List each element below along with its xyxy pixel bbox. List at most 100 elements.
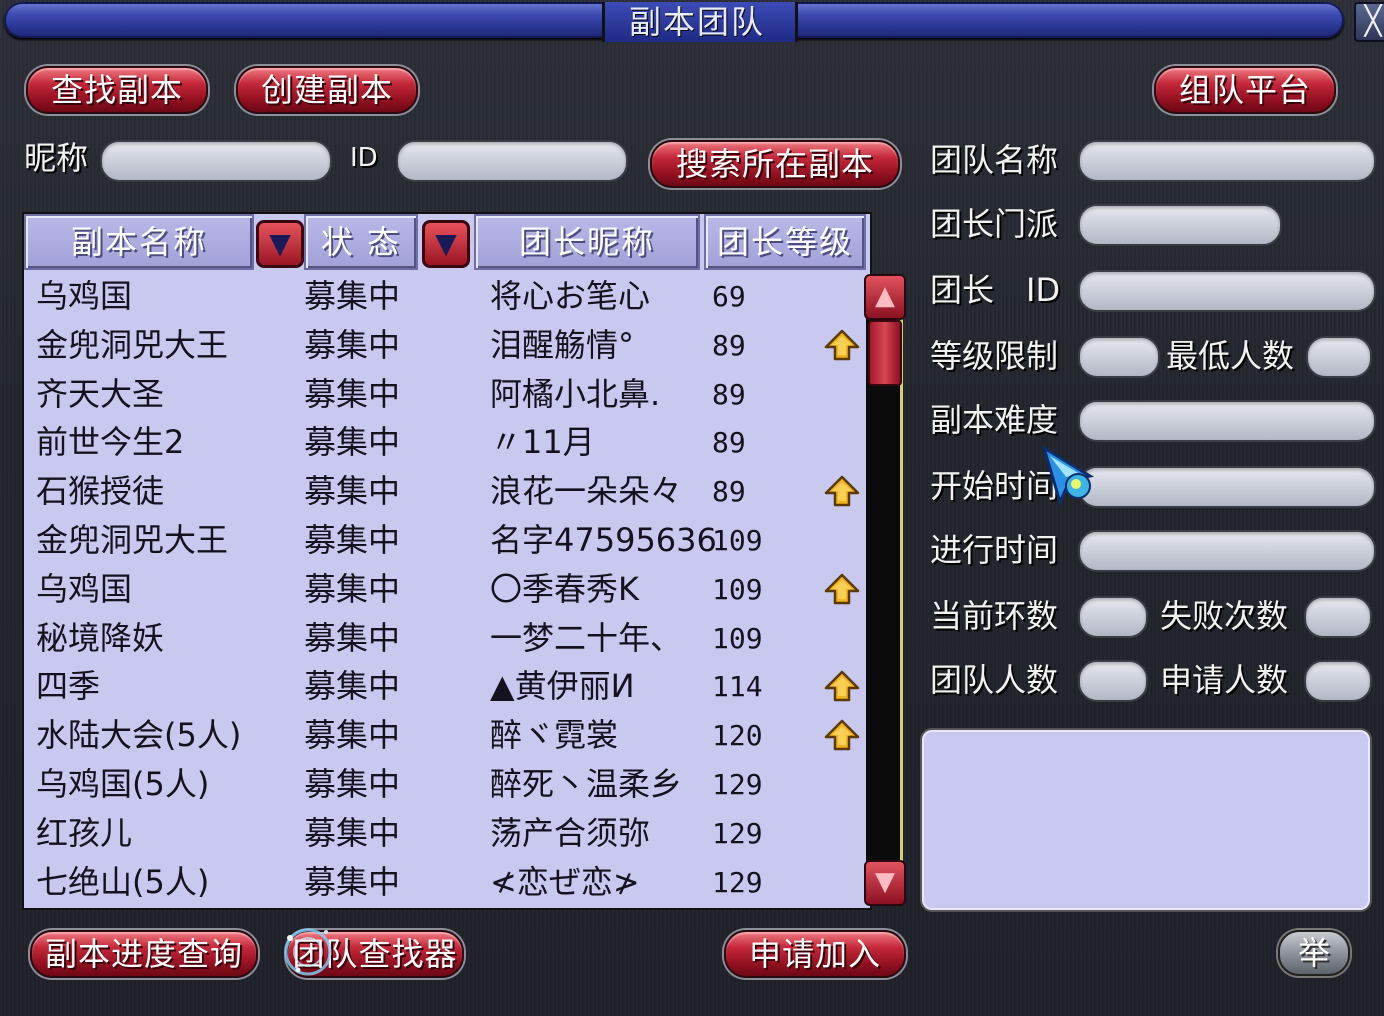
recommend-arrow-icon — [824, 329, 860, 361]
min-members-label: 最低人数 — [1166, 337, 1295, 375]
sort-name-icon[interactable]: ▼ — [256, 220, 304, 268]
header-instance-name[interactable]: 副本名称 — [24, 214, 254, 270]
leader-level-cell: 89 — [712, 328, 746, 362]
scroll-down-icon[interactable]: ▼ — [864, 860, 906, 906]
search-instance-button[interactable]: 搜索所在副本 — [650, 140, 900, 188]
leader-nickname-cell: 将心お笔心 — [490, 277, 651, 315]
leader-nickname-cell: 一梦二十年、 — [490, 618, 683, 657]
leader-nickname-cell: 醉ヾ霓裳 — [490, 716, 619, 755]
window-title: 副本团队 — [628, 3, 765, 41]
fail-count-label: 失败次数 — [1160, 597, 1289, 635]
table-row[interactable]: 秘境降妖 募集中 一梦二十年、 109 — [24, 614, 864, 663]
leader-id-label: 团长 ID — [930, 271, 1061, 309]
leader-level-cell: 109 — [712, 621, 763, 655]
recommend-arrow-icon — [824, 573, 860, 605]
table-row[interactable]: 金兜洞兕大王 募集中 泪醒觞情° 89 — [24, 321, 864, 370]
table-row[interactable]: 四季 募集中 ▲黄伊丽И 114 — [24, 662, 864, 711]
table-row[interactable]: 齐天大圣 募集中 阿橘小北鼻. 89 — [24, 370, 864, 419]
status-cell: 募集中 — [304, 618, 401, 657]
leader-level-cell: 89 — [712, 426, 746, 460]
status-cell: 募集中 — [304, 521, 401, 559]
leader-nickname-cell: 名字47595636 — [490, 521, 717, 559]
recommend-arrow-icon — [824, 475, 860, 507]
leader-nickname-cell: 〇季春秀K — [490, 569, 639, 608]
apply-join-button[interactable]: 申请加入 — [724, 930, 906, 978]
header-status[interactable]: 状 态 — [304, 214, 418, 270]
instance-name-cell: 前世今生2 — [36, 423, 185, 462]
leader-nickname-cell: 荡产合须弥 — [490, 813, 651, 852]
nickname-label: 昵称 — [24, 139, 89, 177]
leader-level-cell: 109 — [712, 524, 763, 557]
find-instance-button[interactable]: 查找副本 — [26, 66, 208, 114]
instance-name-cell: 秘境降妖 — [36, 618, 165, 657]
report-button[interactable]: 举 — [1278, 930, 1350, 976]
header-leader-nickname[interactable]: 团长昵称 — [474, 214, 700, 270]
table-row[interactable]: 金兜洞兕大王 募集中 名字47595636 109 — [24, 516, 864, 565]
leader-level-cell: 69 — [712, 280, 746, 313]
table-row[interactable]: 七绝山(5人) 募集中 ≮恋ぜ恋≯ 129 — [24, 858, 864, 907]
fail-count-field — [1304, 596, 1372, 638]
leader-level-cell: 109 — [712, 572, 763, 606]
elapsed-time-label: 进行时间 — [930, 531, 1059, 569]
create-instance-button[interactable]: 创建副本 — [236, 66, 418, 114]
scroll-thumb[interactable] — [868, 320, 902, 386]
leader-level-cell: 89 — [712, 475, 746, 509]
table-row[interactable]: 前世今生2 募集中 〃11月 89 — [24, 418, 864, 467]
instance-name-cell: 乌鸡国 — [36, 569, 133, 608]
status-cell: 募集中 — [304, 813, 401, 852]
nickname-input[interactable] — [100, 140, 332, 182]
table-row[interactable]: 乌鸡国 募集中 将心お笔心 69 — [24, 272, 864, 321]
recommend-arrow-icon — [824, 719, 860, 751]
leader-school-label: 团长门派 — [930, 205, 1059, 243]
table-row[interactable]: 乌鸡国(5人) 募集中 醉死丶温柔乡 129 — [24, 760, 864, 809]
leader-nickname-cell: 阿橘小北鼻. — [490, 374, 661, 413]
team-size-field — [1078, 660, 1148, 702]
start-time-field — [1078, 466, 1376, 508]
leader-level-cell: 129 — [712, 865, 763, 899]
leader-nickname-cell: ▲黄伊丽И — [490, 667, 635, 706]
instance-name-cell: 金兜洞兕大王 — [36, 521, 229, 559]
table-row[interactable]: 乌鸡国 募集中 〇季春秀K 109 — [24, 565, 864, 614]
status-cell: 募集中 — [304, 569, 401, 608]
status-cell: 募集中 — [304, 277, 401, 315]
team-name-label: 团队名称 — [930, 141, 1059, 179]
id-input[interactable] — [396, 140, 628, 182]
sparkle-effect-icon — [284, 928, 332, 976]
table-row[interactable]: 石猴授徒 募集中 浪花一朵朵々 89 — [24, 467, 864, 516]
team-platform-button[interactable]: 组队平台 — [1154, 66, 1336, 114]
leader-level-cell: 129 — [712, 768, 763, 801]
current-round-label: 当前环数 — [930, 597, 1059, 635]
leader-level-cell: 114 — [712, 670, 763, 704]
progress-query-button[interactable]: 副本进度查询 — [30, 930, 258, 978]
status-cell: 募集中 — [304, 472, 401, 511]
instance-name-cell: 四季 — [36, 667, 101, 706]
status-cell: 募集中 — [304, 374, 401, 413]
scroll-up-icon[interactable]: ▲ — [864, 274, 906, 320]
instance-name-cell: 水陆大会(5人) — [36, 716, 242, 755]
start-time-label: 开始时间 — [930, 467, 1059, 505]
table-row[interactable]: 水陆大会(5人) 募集中 醉ヾ霓裳 120 — [24, 711, 864, 760]
header-leader-level[interactable]: 团长等级 — [704, 214, 866, 270]
applicants-label: 申请人数 — [1160, 661, 1289, 699]
leader-nickname-cell: 浪花一朵朵々 — [490, 472, 683, 511]
leader-level-cell: 120 — [712, 719, 763, 753]
status-cell: 募集中 — [304, 423, 401, 462]
recommend-arrow-icon — [824, 670, 860, 702]
instance-name-cell: 七绝山(5人) — [36, 862, 210, 901]
status-cell: 募集中 — [304, 667, 401, 706]
id-label: ID — [350, 143, 378, 173]
level-limit-label: 等级限制 — [930, 337, 1059, 375]
leader-id-field — [1078, 270, 1376, 312]
status-cell: 募集中 — [304, 716, 401, 755]
leader-nickname-cell: 〃11月 — [490, 423, 595, 462]
leader-school-field — [1078, 204, 1282, 246]
instance-name-cell: 齐天大圣 — [36, 374, 165, 413]
sort-status-icon[interactable]: ▼ — [422, 220, 470, 268]
game-cursor-icon — [1041, 446, 1095, 507]
status-cell: 募集中 — [304, 765, 401, 803]
difficulty-field — [1078, 400, 1376, 442]
table-row[interactable]: 红孩儿 募集中 荡产合须弥 129 — [24, 809, 864, 858]
close-button[interactable]: ╳ — [1354, 2, 1384, 42]
current-round-field — [1078, 596, 1148, 638]
instance-name-cell: 红孩儿 — [36, 813, 133, 852]
